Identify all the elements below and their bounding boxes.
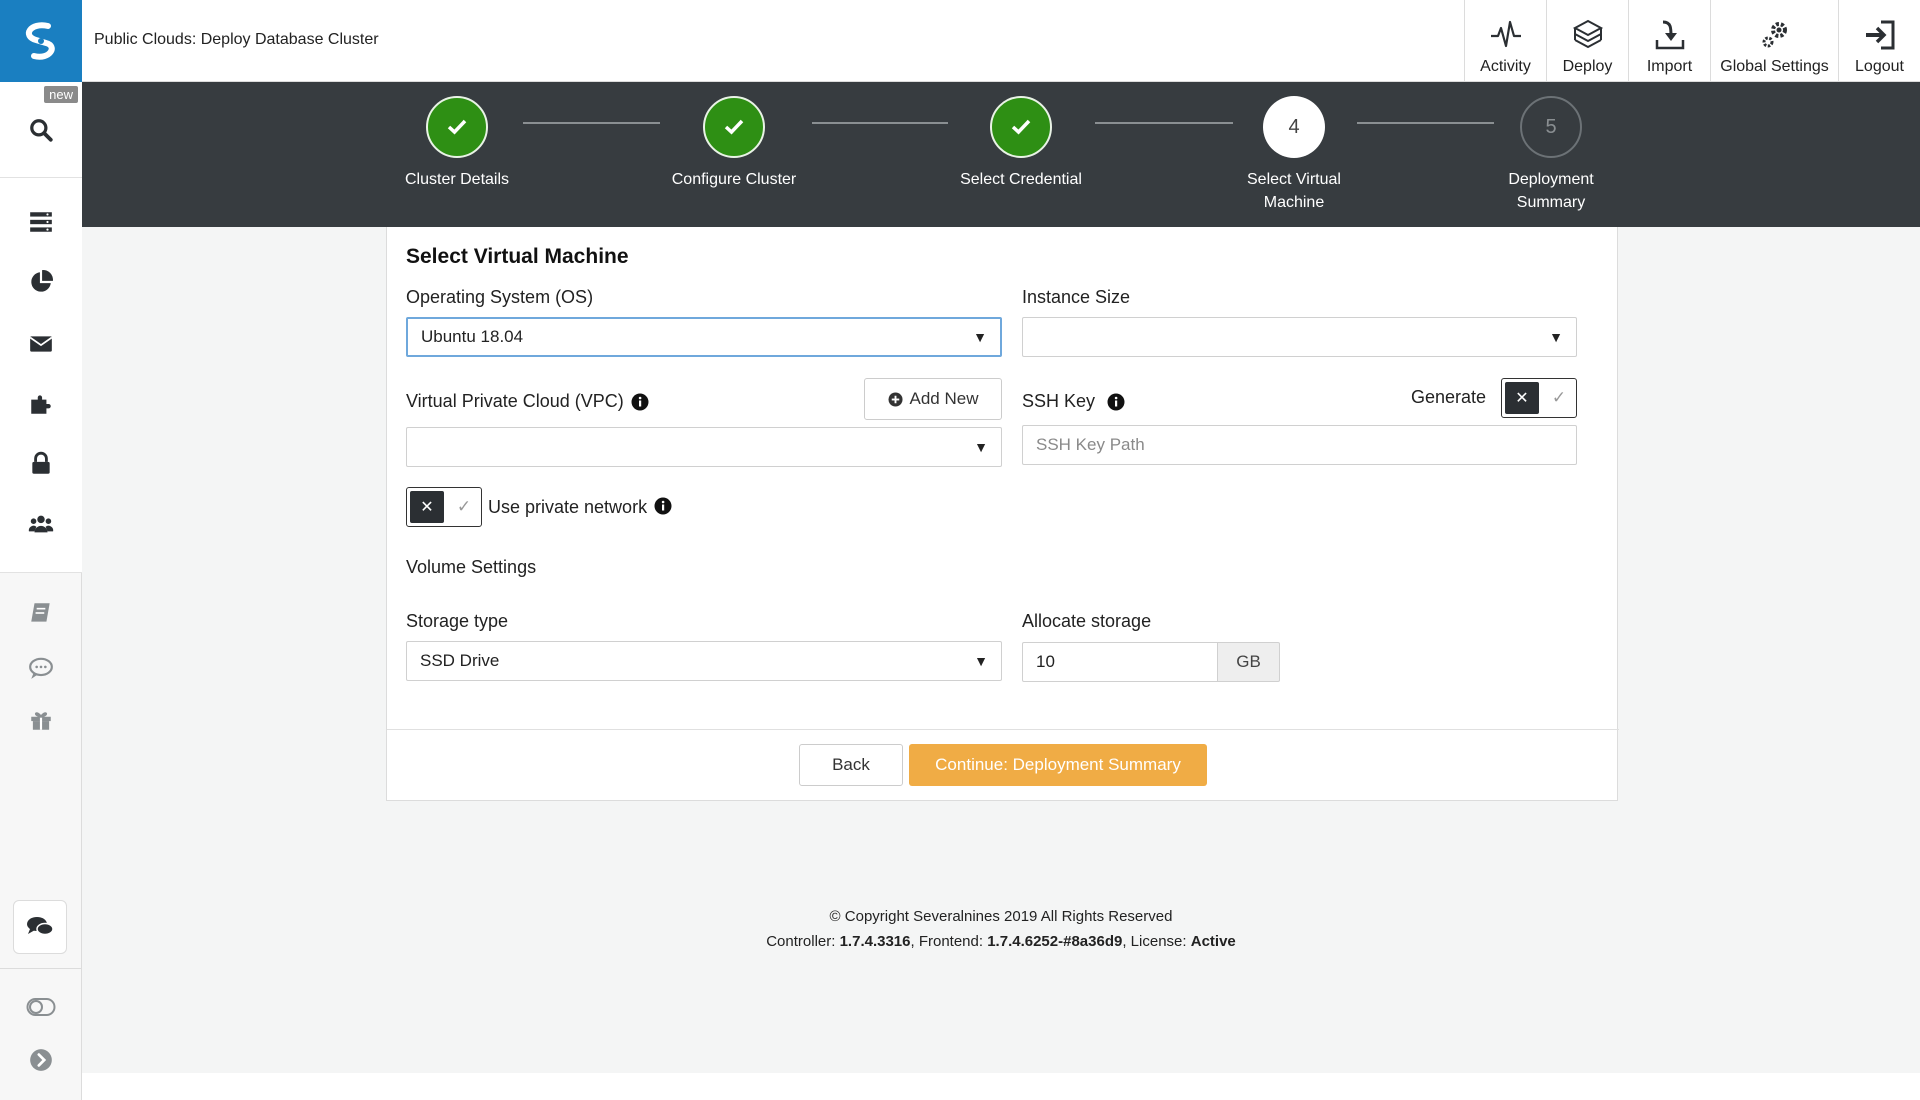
activity-icon bbox=[1490, 20, 1521, 48]
copyright-text: © Copyright Severalnines 2019 All Rights… bbox=[829, 908, 1173, 925]
lock-icon[interactable] bbox=[0, 444, 82, 484]
sidebar: new bbox=[0, 0, 82, 1100]
nav-global-settings[interactable]: Global Settings bbox=[1710, 0, 1838, 82]
expand-icon[interactable] bbox=[0, 1040, 82, 1080]
form-title: Select Virtual Machine bbox=[406, 245, 629, 268]
check-icon bbox=[426, 96, 488, 158]
docs-icon[interactable] bbox=[0, 593, 82, 633]
vpc-select[interactable]: ▼ bbox=[406, 427, 1002, 467]
private-network-label: Use private network bbox=[488, 497, 672, 518]
caret-down-icon: ▼ bbox=[974, 653, 988, 669]
feedback-icon[interactable] bbox=[0, 648, 82, 688]
gears-icon bbox=[1762, 22, 1787, 48]
chat-button[interactable] bbox=[13, 900, 67, 954]
step-number: 4 bbox=[1263, 96, 1325, 158]
generate-ssh-toggle[interactable]: ✕ ✓ bbox=[1501, 378, 1577, 418]
check-icon: ✓ bbox=[1551, 388, 1567, 407]
storage-type-select[interactable]: SSD Drive ▼ bbox=[406, 641, 1002, 681]
import-icon bbox=[1655, 20, 1684, 50]
back-button[interactable]: Back bbox=[799, 744, 903, 786]
severalnines-logo[interactable] bbox=[0, 0, 82, 82]
version-info: Controller: 1.7.4.3316, Frontend: 1.7.4.… bbox=[766, 933, 1236, 950]
nav-activity[interactable]: Activity bbox=[1464, 0, 1546, 82]
check-icon bbox=[990, 96, 1052, 158]
step-deployment-summary[interactable]: 5 Deployment Summary bbox=[1451, 82, 1651, 214]
instance-size-label: Instance Size bbox=[1022, 287, 1131, 307]
caret-down-icon: ▼ bbox=[1549, 329, 1563, 345]
allocate-storage-input[interactable]: 10 bbox=[1022, 642, 1218, 682]
integrations-icon[interactable] bbox=[0, 384, 82, 424]
page-title: Public Clouds: Deploy Database Cluster bbox=[94, 31, 379, 48]
top-nav: Activity Deploy Import Global Settings L… bbox=[1464, 0, 1920, 82]
ssh-key-path-input[interactable]: SSH Key Path bbox=[1022, 425, 1577, 465]
step-cluster-details[interactable]: Cluster Details bbox=[357, 82, 557, 191]
volume-settings-heading: Volume Settings bbox=[406, 557, 537, 577]
wizard-steps: Cluster Details Configure Cluster Select… bbox=[82, 82, 1920, 227]
storage-unit-addon: GB bbox=[1218, 642, 1280, 682]
mail-icon[interactable] bbox=[0, 324, 82, 364]
gift-icon[interactable] bbox=[0, 700, 82, 740]
instance-size-select[interactable]: ▼ bbox=[1022, 317, 1577, 357]
add-new-vpc-button[interactable]: Add New bbox=[864, 378, 1002, 420]
step-select-credential[interactable]: Select Credential bbox=[921, 82, 1121, 191]
step-configure-cluster[interactable]: Configure Cluster bbox=[634, 82, 834, 191]
check-icon: ✓ bbox=[456, 497, 472, 516]
nav-import[interactable]: Import bbox=[1628, 0, 1710, 82]
logo-icon bbox=[25, 22, 55, 60]
caret-down-icon: ▼ bbox=[974, 439, 988, 455]
info-icon[interactable] bbox=[631, 393, 649, 411]
reports-icon[interactable] bbox=[0, 262, 82, 302]
plus-circle-icon bbox=[887, 391, 903, 407]
theme-toggle-icon[interactable] bbox=[0, 987, 82, 1027]
os-label: Operating System (OS) bbox=[406, 287, 594, 307]
close-icon: ✕ bbox=[410, 491, 444, 523]
generate-label: Generate bbox=[1411, 387, 1487, 407]
allocate-storage-label: Allocate storage bbox=[1022, 611, 1152, 631]
nav-deploy[interactable]: Deploy bbox=[1546, 0, 1628, 82]
info-icon[interactable] bbox=[1107, 393, 1125, 411]
logout-icon bbox=[1865, 20, 1894, 50]
new-badge: new bbox=[44, 86, 78, 103]
check-icon bbox=[703, 96, 765, 158]
top-header: Public Clouds: Deploy Database Cluster A… bbox=[82, 0, 1920, 82]
step-select-virtual-machine[interactable]: 4 Select Virtual Machine bbox=[1194, 82, 1394, 214]
close-icon: ✕ bbox=[1505, 382, 1539, 414]
private-network-toggle[interactable]: ✕ ✓ bbox=[406, 487, 482, 527]
ssh-key-label: SSH Key bbox=[1022, 391, 1125, 412]
nav-logout[interactable]: Logout bbox=[1838, 0, 1920, 82]
os-select[interactable]: Ubuntu 18.04 ▼ bbox=[406, 317, 1002, 357]
search-icon[interactable] bbox=[0, 110, 82, 150]
caret-down-icon: ▼ bbox=[973, 329, 987, 345]
chat-icon bbox=[27, 917, 54, 936]
deploy-icon bbox=[1572, 19, 1603, 49]
vpc-label: Virtual Private Cloud (VPC) bbox=[406, 391, 649, 412]
clusters-icon[interactable] bbox=[0, 202, 82, 242]
info-icon[interactable] bbox=[654, 497, 672, 515]
continue-button[interactable]: Continue: Deployment Summary bbox=[909, 744, 1207, 786]
users-icon[interactable] bbox=[0, 504, 82, 544]
step-number: 5 bbox=[1520, 96, 1582, 158]
storage-type-label: Storage type bbox=[406, 611, 509, 631]
vm-form-card: Select Virtual Machine Operating System … bbox=[386, 227, 1619, 801]
